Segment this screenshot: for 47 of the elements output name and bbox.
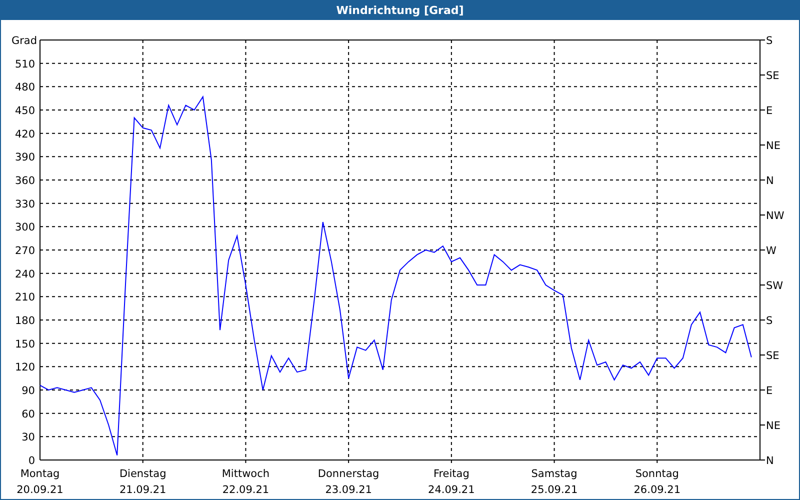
date-label: 20.09.21 xyxy=(16,484,64,496)
y-tick-label: 480 xyxy=(14,82,35,94)
y-tick-label: 90 xyxy=(22,385,35,397)
compass-tick-label: E xyxy=(766,105,773,117)
compass-tick-label: N xyxy=(766,175,774,187)
x-tick-label: Mittwoch xyxy=(222,468,270,480)
y-tick-label: 180 xyxy=(14,315,35,327)
y-tick-label: 0 xyxy=(28,455,35,467)
compass-tick-label: SW xyxy=(766,280,784,292)
date-label: 23.09.21 xyxy=(325,484,372,496)
x-tick-label: Samstag xyxy=(531,468,578,480)
x-tick-label: Montag xyxy=(20,468,60,480)
y-tick-label: 390 xyxy=(14,152,35,164)
y-tick-label: 510 xyxy=(14,58,35,70)
y-tick-label: 120 xyxy=(14,362,35,374)
compass-tick-label: W xyxy=(766,245,776,257)
y-tick-label: 150 xyxy=(14,338,35,350)
x-tick-label: Freitag xyxy=(433,468,470,480)
compass-tick-label: S xyxy=(766,315,773,327)
y-tick-label: 450 xyxy=(14,105,35,117)
x-tick-label: Sonntag xyxy=(635,468,679,480)
date-label: 25.09.21 xyxy=(530,484,578,496)
compass-tick-label: NE xyxy=(766,420,780,432)
y-axis-label: Grad xyxy=(11,35,37,47)
x-tick-label: Dienstag xyxy=(119,468,166,480)
compass-tick-label: NW xyxy=(766,210,784,222)
compass-tick-label: SE xyxy=(766,350,780,362)
compass-tick-label: SE xyxy=(766,70,780,82)
date-label: 22.09.21 xyxy=(222,484,270,496)
compass-tick-label: S xyxy=(766,35,773,47)
y-tick-label: 240 xyxy=(14,268,35,280)
y-tick-label: 360 xyxy=(14,175,35,187)
date-label: 24.09.21 xyxy=(428,484,475,496)
compass-tick-label: N xyxy=(766,455,774,467)
y-tick-label: 60 xyxy=(22,408,35,420)
y-tick-label: 300 xyxy=(14,222,35,234)
compass-tick-label: E xyxy=(766,385,773,397)
date-label: 26.09.21 xyxy=(634,484,681,496)
y-tick-label: 30 xyxy=(22,432,35,444)
x-tick-label: Donnerstag xyxy=(318,468,380,480)
window-title: Windrichtung [Grad] xyxy=(1,0,799,20)
compass-tick-label: NE xyxy=(766,140,780,152)
y-tick-label: 330 xyxy=(14,198,35,210)
y-tick-label: 420 xyxy=(14,128,35,140)
y-tick-label: 270 xyxy=(14,245,35,257)
y-tick-label: 210 xyxy=(14,292,35,304)
date-label: 21.09.21 xyxy=(119,484,166,496)
